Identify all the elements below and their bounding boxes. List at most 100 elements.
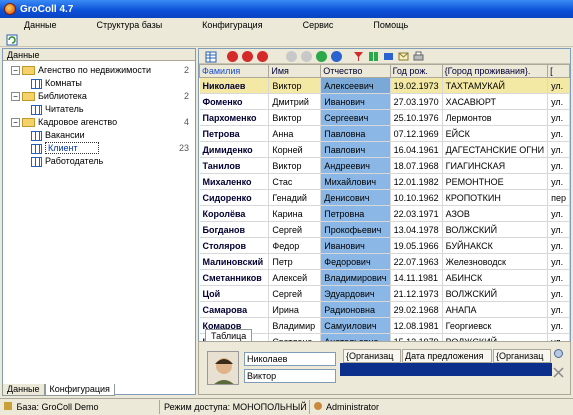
table-cell: Стас: [268, 173, 322, 190]
table-cell: 25.10.1976: [390, 109, 443, 126]
last-record-icon[interactable]: [331, 51, 342, 62]
column-header[interactable]: Отчество: [320, 64, 391, 78]
table-cell: Самуилович: [320, 317, 391, 334]
table-row[interactable]: Королёва Карина Петровна 22.03.1971 АЗОВ ул.: [199, 205, 570, 222]
table-cell: Танилов: [199, 157, 270, 174]
column-header[interactable]: Фамилия: [198, 64, 270, 78]
tree-item[interactable]: Вакансии: [31, 129, 195, 142]
tree-item-label: Вакансии: [45, 130, 85, 140]
column-header[interactable]: {Город проживания}.: [441, 64, 549, 78]
table-cell: Виктор: [268, 109, 322, 126]
table-cell: Георгиевск: [442, 317, 549, 334]
menu-service[interactable]: Сервис: [303, 20, 334, 30]
name-field[interactable]: Виктор: [244, 369, 336, 383]
refresh-icon[interactable]: [6, 34, 18, 46]
table-cell: Владимирович: [320, 269, 391, 286]
table-cell: Анна: [268, 125, 322, 142]
column-header[interactable]: Имя: [268, 64, 322, 78]
table-cell: 19.02.1973: [390, 77, 443, 94]
tree-item-label: Комнаты: [45, 78, 82, 88]
status-database: База: GroColl Demo: [0, 400, 160, 414]
left-panel-tabs: Данные Конфигурация: [2, 384, 115, 396]
table-row[interactable]: Сидоренко Генадий Денисович 10.10.1962 КРОПО…: [199, 189, 570, 206]
table-cell: 21.12.1973: [390, 285, 443, 302]
table-cell: ул.: [547, 205, 570, 222]
table-row[interactable]: Петрова Анна Павловна 07.12.1969 ЕЙСК ул.: [199, 125, 570, 142]
table-cell: ул.: [547, 77, 570, 94]
table-row[interactable]: Михаленко Стас Михайлович 12.01.1982 РЕМОНТН…: [199, 173, 570, 190]
status-bar: База: GroColl Demo Режим доступа: МОНОПО…: [0, 398, 573, 415]
table-row[interactable]: Димиденко Корней Павлович 16.04.1961 ДАГЕСТА…: [199, 141, 570, 158]
table-cell: Петровна: [320, 205, 391, 222]
settings-icon[interactable]: [552, 347, 565, 360]
table-cell: 07.12.1969: [390, 125, 443, 142]
tab-configuration[interactable]: Конфигурация: [44, 384, 115, 396]
table-row[interactable]: Сметанников Алексей Владимирович 14.11.1981…: [199, 269, 570, 286]
table-row[interactable]: Цой Сергей Эдуардович 21.12.1973 ВОЛЖСКИЙ ул.: [199, 285, 570, 302]
collapse-icon[interactable]: −: [11, 66, 20, 76]
tab-table[interactable]: Таблица: [205, 329, 253, 341]
collapse-icon[interactable]: −: [11, 118, 20, 128]
record-cancel-icon[interactable]: [257, 51, 268, 62]
table-row[interactable]: Комаров Владимир Самуилович 12.08.1981 Георг…: [199, 317, 570, 334]
tree-item[interactable]: Комнаты: [31, 77, 195, 90]
filter-icon[interactable]: [353, 51, 364, 62]
table-cell: ул.: [547, 93, 570, 110]
table-row[interactable]: Столяров Федор Иванович 19.05.1966 БУЙНАКСК у…: [199, 237, 570, 254]
collapse-icon[interactable]: −: [11, 92, 20, 102]
tree-item[interactable]: − Агенство по недвижимости 2: [11, 64, 195, 77]
tab-data[interactable]: Данные: [2, 384, 45, 396]
table-icon: [31, 156, 42, 167]
table-cell: 10.10.1962: [390, 189, 443, 206]
menu-help[interactable]: Помощь: [373, 20, 408, 30]
tree-item[interactable]: − Библиотека 2: [11, 90, 195, 103]
folder-icon: [22, 92, 35, 102]
table-row[interactable]: Богданов Сергей Прокофьевич 13.04.1978 ВОЛЖС…: [199, 221, 570, 238]
table-row[interactable]: Николаев Виктор Алексеевич 19.02.1973 ТАХТАМ…: [199, 77, 570, 94]
close-icon[interactable]: [552, 366, 565, 379]
export-icon[interactable]: [383, 51, 394, 62]
menu-structure[interactable]: Структура базы: [97, 20, 163, 30]
table-row[interactable]: Пархоменко Виктор Сергеевич 25.10.1976 Лермо…: [199, 109, 570, 126]
app-icon: [4, 3, 16, 15]
tree-item[interactable]: Читатель: [31, 103, 195, 116]
table-cell: КРОПОТКИН: [442, 189, 549, 206]
surname-field[interactable]: Николаев: [244, 352, 336, 366]
table-icon: [31, 130, 42, 141]
table-cell: ул.: [547, 285, 570, 302]
table-row[interactable]: Самарова Ирина Радионовна 29.02.1968 АНАПА ул…: [199, 301, 570, 318]
tab-organization-2[interactable]: {Организац: [493, 349, 551, 363]
table-cell: АНАПА: [442, 301, 549, 318]
table-row[interactable]: Малиновский Петр Федорович 22.07.1963 Железн…: [199, 253, 570, 270]
table-cell: Денисович: [320, 189, 391, 206]
menu-data[interactable]: Данные: [24, 20, 57, 30]
table-cell: Павловна: [320, 125, 391, 142]
tab-offer-date[interactable]: Дата предложения: [402, 349, 492, 363]
tree-item[interactable]: Клиент 23: [31, 142, 195, 155]
table-cell: ул.: [547, 125, 570, 142]
next-record-icon[interactable]: [316, 51, 327, 62]
table-cell: ВОЛЖСКИЙ: [442, 285, 549, 302]
print-icon[interactable]: [413, 51, 424, 62]
tab-organization-1[interactable]: {Организац: [343, 349, 401, 363]
folder-icon: [22, 118, 35, 128]
table-cell: Виктор: [268, 157, 322, 174]
first-record-icon[interactable]: [286, 51, 297, 62]
mail-icon[interactable]: [398, 51, 409, 62]
table-cell: ул.: [547, 141, 570, 158]
tree-header: Данные: [3, 49, 195, 61]
table-cell: 19.05.1966: [390, 237, 443, 254]
column-header[interactable]: [: [547, 64, 570, 78]
records-toolbar: [199, 49, 570, 64]
table-cell: АЗОВ: [442, 205, 549, 222]
table-row[interactable]: Фоменко Дмитрий Иванович 27.03.1970 ХАСАВЮРТ…: [199, 93, 570, 110]
column-header[interactable]: Год рож.: [389, 64, 443, 78]
menu-configuration[interactable]: Конфигурация: [202, 20, 262, 30]
tree-item[interactable]: Работодатель: [31, 155, 195, 168]
table-row[interactable]: Танилов Виктор Андреевич 18.07.1968 ГИАГИНСК…: [199, 157, 570, 174]
columns-icon[interactable]: [368, 51, 379, 62]
record-add-icon[interactable]: [227, 51, 238, 62]
record-delete-icon[interactable]: [242, 51, 253, 62]
prev-record-icon[interactable]: [301, 51, 312, 62]
tree-item[interactable]: − Кадровое агенство 4: [11, 116, 195, 129]
